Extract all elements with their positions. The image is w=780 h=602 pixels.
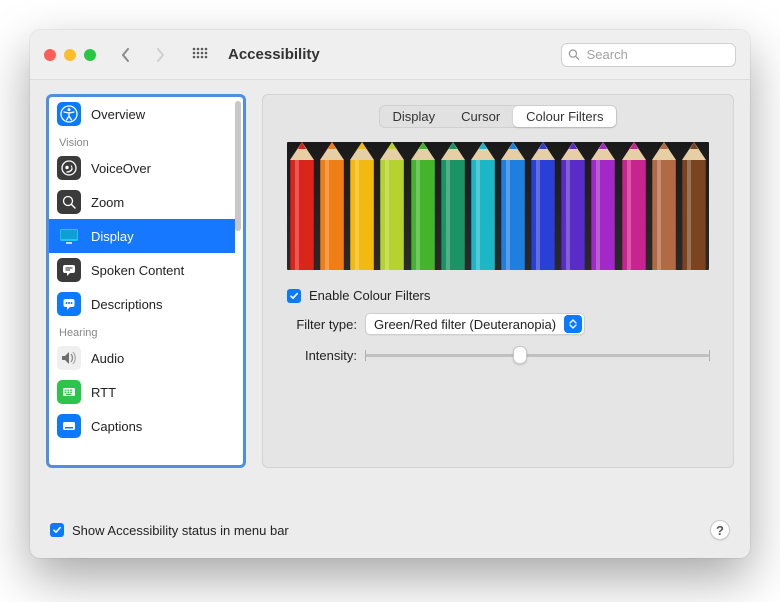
filter-type-value: Green/Red filter (Deuteranopia) xyxy=(374,317,556,332)
pencil xyxy=(528,142,558,270)
intensity-row: Intensity: xyxy=(287,345,709,365)
pencil xyxy=(438,142,468,270)
spoken-content-icon xyxy=(57,258,81,282)
search-icon xyxy=(568,48,580,61)
zoom-icon xyxy=(57,190,81,214)
enable-colour-filters-checkbox[interactable] xyxy=(287,289,301,303)
show-status-menubar-label: Show Accessibility status in menu bar xyxy=(72,523,289,538)
pencil xyxy=(588,142,618,270)
pencil xyxy=(408,142,438,270)
sidebar-item-voiceover[interactable]: VoiceOver xyxy=(49,151,235,185)
search-field[interactable] xyxy=(561,43,736,67)
sidebar: Overview Vision VoiceOver Zoom xyxy=(46,94,246,468)
pencil xyxy=(317,142,347,270)
voiceover-icon xyxy=(57,156,81,180)
display-icon xyxy=(57,224,81,248)
sidebar-item-label: Display xyxy=(91,229,134,244)
tab-cursor[interactable]: Cursor xyxy=(448,106,513,127)
intensity-slider[interactable] xyxy=(365,345,709,365)
intensity-label: Intensity: xyxy=(287,348,357,363)
pencil xyxy=(649,142,679,270)
titlebar: Accessibility xyxy=(30,30,750,80)
panel-tabs: Display Cursor Colour Filters xyxy=(379,105,618,128)
pencil xyxy=(287,142,317,270)
sidebar-item-overview[interactable]: Overview xyxy=(49,97,235,131)
show-status-menubar-checkbox[interactable] xyxy=(50,523,64,537)
descriptions-icon xyxy=(57,292,81,316)
help-button[interactable]: ? xyxy=(710,520,730,540)
filter-type-row: Filter type: Green/Red filter (Deuterano… xyxy=(287,313,709,335)
sidebar-item-captions[interactable]: Captions xyxy=(49,409,235,443)
forward-button[interactable] xyxy=(148,43,172,67)
sidebar-section-vision: Vision xyxy=(49,131,235,151)
enable-colour-filters-row: Enable Colour Filters xyxy=(287,288,709,303)
select-caret-icon xyxy=(564,315,582,333)
sidebar-item-rtt[interactable]: RTT xyxy=(49,375,235,409)
checkmark-icon xyxy=(289,291,299,301)
sidebar-item-label: Descriptions xyxy=(91,297,163,312)
pencil xyxy=(498,142,528,270)
sidebar-item-label: Overview xyxy=(91,107,145,122)
show-all-button[interactable] xyxy=(188,43,212,67)
sidebar-item-label: Audio xyxy=(91,351,124,366)
sidebar-item-label: VoiceOver xyxy=(91,161,151,176)
minimize-window[interactable] xyxy=(64,49,76,61)
rtt-icon xyxy=(57,380,81,404)
settings-panel: Display Cursor Colour Filters Enable Col… xyxy=(262,94,734,468)
pencil xyxy=(679,142,709,270)
pencil xyxy=(558,142,588,270)
tab-colour-filters[interactable]: Colour Filters xyxy=(513,106,616,127)
footer: Show Accessibility status in menu bar ? xyxy=(30,502,750,558)
sidebar-section-hearing: Hearing xyxy=(49,321,235,341)
sidebar-scrollbar[interactable] xyxy=(235,101,241,231)
window-title: Accessibility xyxy=(228,46,320,63)
close-window[interactable] xyxy=(44,49,56,61)
window-controls xyxy=(44,49,96,61)
checkmark-icon xyxy=(52,525,62,535)
sidebar-item-descriptions[interactable]: Descriptions xyxy=(49,287,235,321)
sidebar-item-label: Zoom xyxy=(91,195,124,210)
colour-preview xyxy=(287,142,709,270)
sidebar-item-audio[interactable]: Audio xyxy=(49,341,235,375)
sidebar-item-label: Captions xyxy=(91,419,142,434)
pencil xyxy=(468,142,498,270)
pencil xyxy=(619,142,649,270)
captions-icon xyxy=(57,414,81,438)
back-button[interactable] xyxy=(114,43,138,67)
enable-colour-filters-label: Enable Colour Filters xyxy=(309,288,430,303)
pencil xyxy=(347,142,377,270)
accessibility-icon xyxy=(57,102,81,126)
sidebar-item-display[interactable]: Display xyxy=(49,219,235,253)
preferences-window: Accessibility Overview Vision xyxy=(30,30,750,558)
search-input[interactable] xyxy=(585,46,729,63)
slider-thumb[interactable] xyxy=(513,346,527,364)
sidebar-item-label: RTT xyxy=(91,385,116,400)
filter-type-label: Filter type: xyxy=(287,317,357,332)
sidebar-scroll[interactable]: Overview Vision VoiceOver Zoom xyxy=(49,97,243,465)
audio-icon xyxy=(57,346,81,370)
zoom-window[interactable] xyxy=(84,49,96,61)
sidebar-item-label: Spoken Content xyxy=(91,263,184,278)
tab-display[interactable]: Display xyxy=(380,106,449,127)
sidebar-item-spoken-content[interactable]: Spoken Content xyxy=(49,253,235,287)
sidebar-item-zoom[interactable]: Zoom xyxy=(49,185,235,219)
pencil xyxy=(377,142,407,270)
filter-type-select[interactable]: Green/Red filter (Deuteranopia) xyxy=(365,313,585,335)
